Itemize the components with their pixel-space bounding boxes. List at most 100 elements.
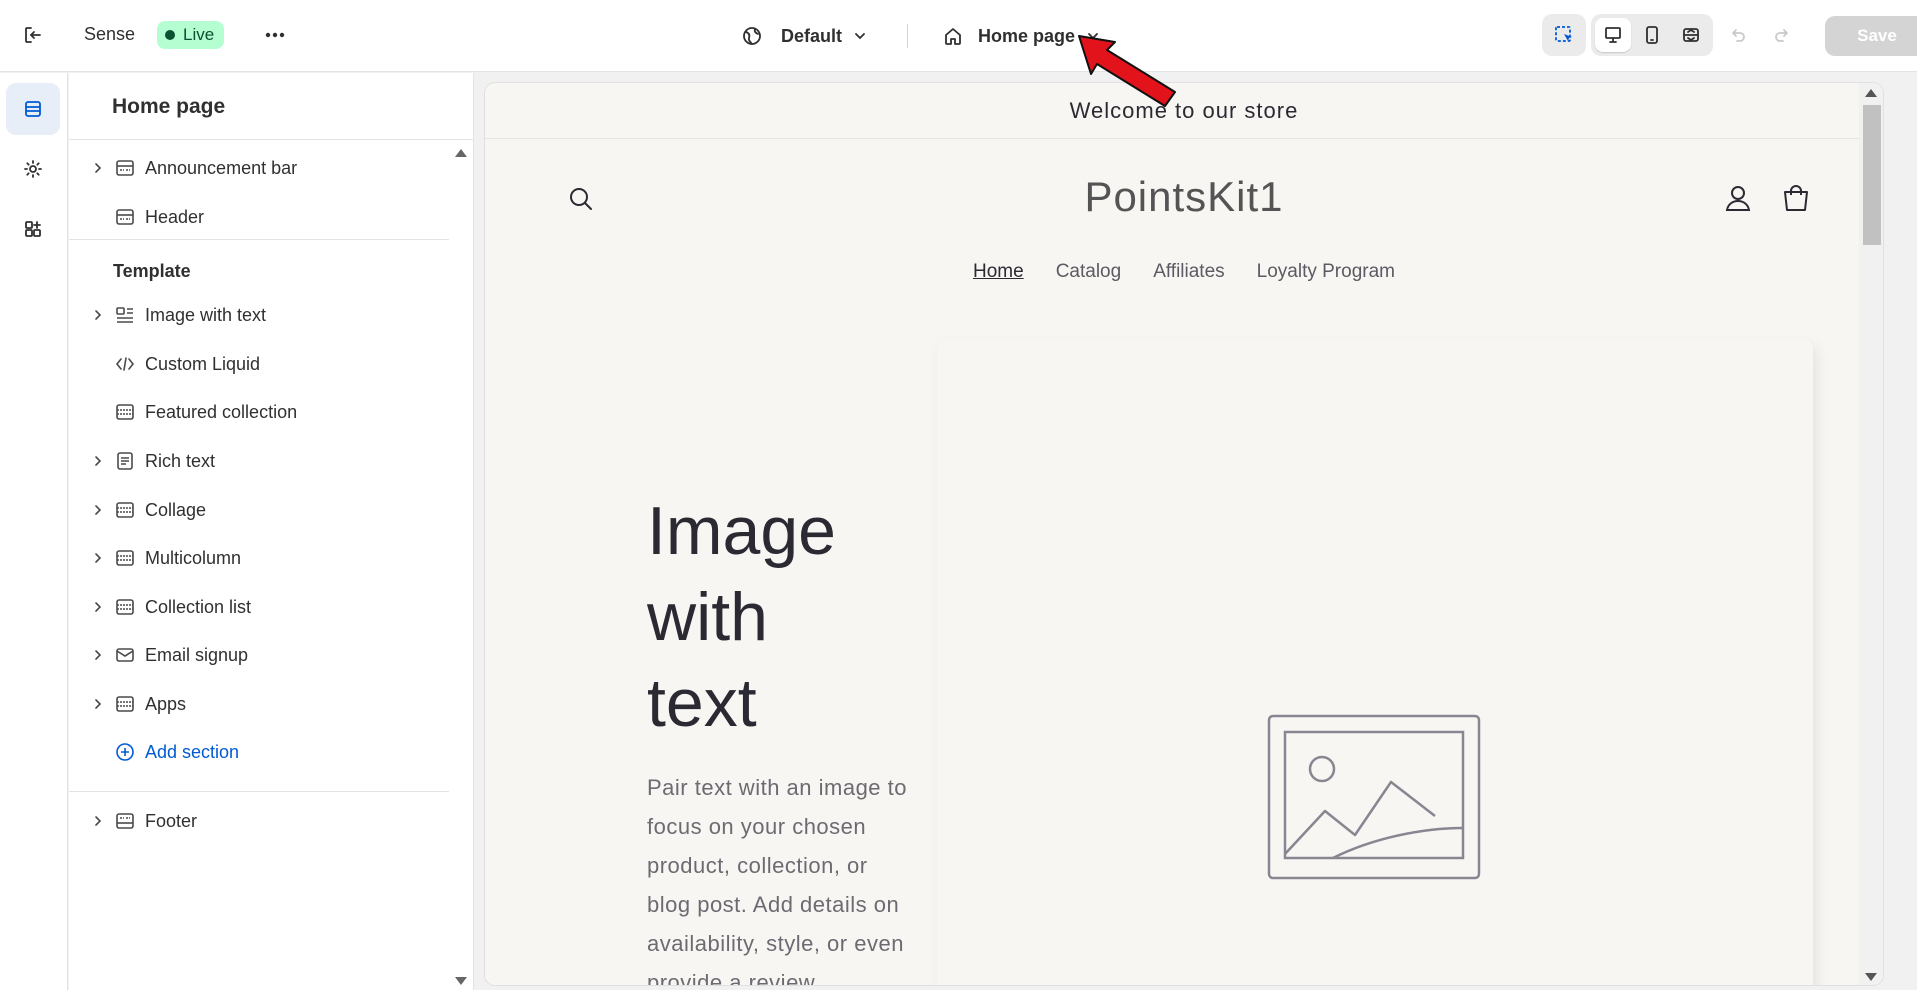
redo-icon[interactable] [1772,25,1792,45]
desktop-view-button[interactable] [1595,18,1631,52]
section-row-image-with-text[interactable]: Image with text [69,295,449,335]
section-row-featured-collection[interactable]: Featured collection [69,392,449,432]
section-label: Featured collection [145,401,298,422]
add-section-button[interactable]: Add section [69,732,449,772]
chevron-right-icon[interactable] [91,161,105,175]
sections-rail-button[interactable] [6,83,60,135]
section-label: Image with text [145,304,267,325]
fullscreen-view-button[interactable] [1673,18,1709,52]
annotation-arrow-icon [1078,35,1176,107]
account-icon[interactable] [1723,183,1753,218]
section-label: Custom Liquid [145,353,261,374]
section-icon [116,599,134,615]
image-placeholder-card[interactable] [937,339,1813,985]
scroll-up-icon[interactable] [1865,89,1877,97]
home-icon [945,28,961,45]
add-section-label: Add section [145,741,240,762]
hero-heading-line: with [647,579,768,655]
section-icon [116,502,134,518]
theme-name: Sense [84,24,136,44]
section-row-header[interactable]: Header [69,197,449,237]
globe-icon [743,27,761,45]
mobile-view-button[interactable] [1634,18,1670,52]
nav-link-home[interactable]: Home [973,261,1024,283]
storefront-preview[interactable]: Welcome to our store PointsKit1 Home Cat… [485,83,1883,985]
theme-settings-rail-button[interactable] [6,143,60,195]
section-icon [116,550,134,566]
store-logo[interactable]: PointsKit1 [485,173,1883,221]
preview-scrollbar[interactable] [1859,83,1883,985]
plus-circle-icon [116,743,134,761]
page-selector-label: Home page [978,25,1076,46]
section-row-collage[interactable]: Collage [69,490,449,530]
section-label: Multicolumn [145,547,242,568]
section-label: Rich text [145,450,216,471]
template-group-label: Template [113,261,191,281]
section-icon [116,160,134,176]
section-row-multicolumn[interactable]: Multicolumn [69,538,449,578]
chevron-right-icon[interactable] [91,814,105,828]
theme-selector[interactable]: Default [741,20,868,52]
section-label: Header [145,206,205,227]
section-label: Email signup [145,644,249,665]
more-actions-icon[interactable] [263,24,287,46]
live-dot-icon [165,30,175,40]
hero-heading: Image with text [647,488,887,746]
cart-icon[interactable] [1781,183,1811,218]
section-label: Announcement bar [145,157,298,178]
code-icon [115,357,135,371]
status-badge: Live [157,21,225,49]
sections-icon [25,101,41,117]
gear-icon [24,160,42,178]
section-icon [116,209,134,225]
hero-heading-line: Image [647,493,836,569]
chevron-right-icon[interactable] [91,308,105,322]
chevron-right-icon[interactable] [91,697,105,711]
chevron-right-icon[interactable] [91,503,105,517]
exit-icon[interactable] [22,24,44,46]
scroll-down-icon[interactable] [1865,973,1877,981]
section-icon [116,696,134,712]
section-row-apps[interactable]: Apps [69,684,449,724]
section-row-announcement-bar[interactable]: Announcement bar [69,148,449,188]
top-bar: Sense Live Default Home page Save [0,0,1917,72]
mail-icon [116,648,134,662]
chevron-right-icon[interactable] [91,551,105,565]
app-embeds-rail-button[interactable] [6,203,60,255]
apps-icon [25,221,41,237]
chevron-down-icon [855,33,865,40]
section-row-custom-liquid[interactable]: Custom Liquid [69,344,449,384]
section-label: Collection list [145,596,252,617]
section-row-collection-list[interactable]: Collection list [69,587,449,627]
nav-link-loyalty-program[interactable]: Loyalty Program [1257,261,1395,283]
section-label: Apps [145,693,187,714]
section-row-email-signup[interactable]: Email signup [69,635,449,675]
nav-link-affiliates[interactable]: Affiliates [1153,261,1224,283]
panel-title: Home page [112,95,226,118]
inspector-toggle-group [1542,14,1586,56]
inspector-button[interactable] [1546,18,1582,52]
divider [69,139,473,140]
save-button[interactable]: Save [1825,16,1917,56]
scroll-down-icon[interactable] [455,977,467,985]
desktop-icon [1605,27,1621,43]
nav-link-catalog[interactable]: Catalog [1056,261,1122,283]
chevron-right-icon[interactable] [91,600,105,614]
status-badge-label: Live [183,25,215,44]
section-label: Footer [145,810,198,831]
hero-heading-line: text [647,665,757,741]
chevron-right-icon[interactable] [91,454,105,468]
undo-icon[interactable] [1728,25,1748,45]
divider [907,24,908,48]
scrollbar-thumb[interactable] [1863,105,1881,245]
chevron-right-icon[interactable] [91,648,105,662]
scroll-up-icon[interactable] [455,149,467,157]
divider [69,239,449,240]
image-with-text-icon [116,307,133,323]
divider [69,791,449,792]
section-row-footer[interactable]: Footer [69,801,449,841]
section-label: Collage [145,499,207,520]
section-row-rich-text[interactable]: Rich text [69,441,449,481]
left-rail [0,73,68,990]
main-nav: Home Catalog Affiliates Loyalty Program [485,261,1883,283]
